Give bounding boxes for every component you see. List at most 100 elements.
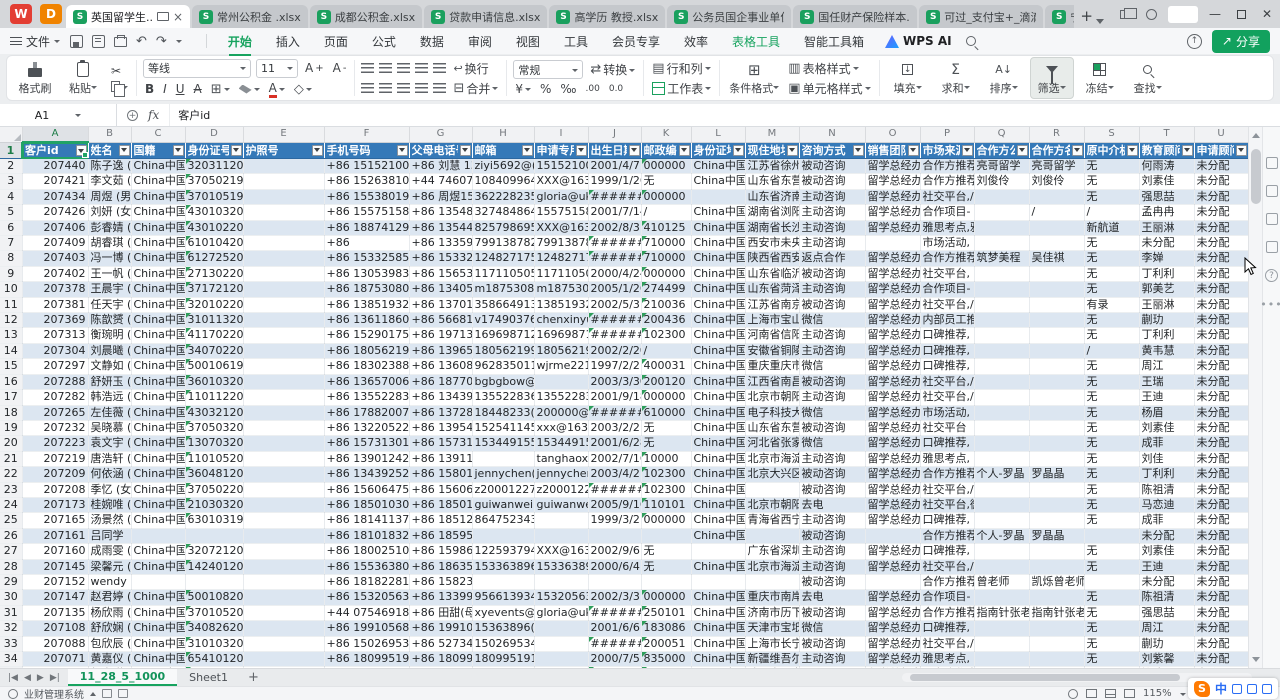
- cell-L6[interactable]: China中国: [691, 220, 745, 235]
- cut-button[interactable]: ✂: [109, 64, 130, 78]
- cell-G32[interactable]: +86 1991056886: [409, 621, 472, 636]
- cell-O27[interactable]: 留学总经办: [865, 544, 920, 559]
- cell-N8[interactable]: 返点合作: [799, 251, 865, 266]
- cell-D19[interactable]: 370503200302020020: [185, 420, 243, 435]
- zoom-dropdown-icon[interactable]: [1180, 693, 1186, 699]
- cell-S6[interactable]: 新航道: [1084, 220, 1139, 235]
- header-cell-H1[interactable]: 邮箱: [472, 142, 534, 159]
- cell-Q15[interactable]: [974, 359, 1029, 374]
- sheet-table[interactable]: ABCDEFGHIJKLMNOPQRSTU1客户id姓名国籍身份证号护照号手机号…: [0, 127, 1249, 668]
- cell-K25[interactable]: 000000: [641, 513, 691, 528]
- row-header-14[interactable]: 14: [0, 343, 22, 358]
- cell-P9[interactable]: 社交平台,: [920, 266, 974, 281]
- filter-dropdown-icon[interactable]: [853, 145, 864, 156]
- cell-C27[interactable]: China中国: [131, 544, 185, 559]
- app-tab[interactable]: S常州公积金 .xlsx: [192, 5, 308, 28]
- cell-R34[interactable]: [1029, 652, 1084, 667]
- worksheet-button[interactable]: 工作表: [650, 80, 713, 97]
- cell-K27[interactable]: 无: [641, 544, 691, 559]
- horizontal-scroll-thumb[interactable]: [910, 674, 1180, 681]
- cell-K9[interactable]: 000000: [641, 266, 691, 281]
- header-cell-L1[interactable]: 身份证地: [691, 142, 745, 159]
- cell-G18[interactable]: +86 1372884680: [409, 405, 472, 420]
- cell-K22[interactable]: 102300: [641, 467, 691, 482]
- align-center-icon[interactable]: [379, 83, 392, 93]
- cell-I31[interactable]: gloria@uk(: [534, 605, 588, 620]
- cell-U32[interactable]: 未分配: [1194, 621, 1248, 636]
- cell-J33[interactable]: #########: [588, 636, 641, 651]
- align-bottom-icon[interactable]: [397, 63, 410, 73]
- cell-S11[interactable]: 有录: [1084, 297, 1139, 312]
- row-header-34[interactable]: 34: [0, 652, 22, 667]
- cell-E14[interactable]: [243, 343, 324, 358]
- cell-L4[interactable]: [691, 189, 745, 204]
- cell-I25[interactable]: [534, 513, 588, 528]
- cell-D23[interactable]: 370502200012272047: [185, 482, 243, 497]
- menu-item[interactable]: 数据: [409, 30, 455, 53]
- menu-item[interactable]: 公式: [361, 30, 407, 53]
- filter-dropdown-icon[interactable]: [76, 145, 87, 156]
- cell-T18[interactable]: 杨眉: [1139, 405, 1194, 420]
- cell-U30[interactable]: 未分配: [1194, 590, 1248, 605]
- cell-S3[interactable]: 无: [1084, 174, 1139, 189]
- cell-E24[interactable]: [243, 497, 324, 512]
- cell-L27[interactable]: [691, 544, 745, 559]
- cell-U33[interactable]: 未分配: [1194, 636, 1248, 651]
- prev-sheet-icon[interactable]: ◀: [24, 673, 31, 683]
- column-header-F[interactable]: F: [324, 127, 409, 142]
- cell-O29[interactable]: [865, 574, 920, 589]
- cell-Q5[interactable]: [974, 205, 1029, 220]
- cell-R29[interactable]: 凯烁曾老师: [1029, 574, 1084, 589]
- cell-I21[interactable]: tanghaoxu(: [534, 451, 588, 466]
- cell-S27[interactable]: 无: [1084, 544, 1139, 559]
- increase-decimal-button[interactable]: .00: [584, 84, 602, 94]
- cell-Q9[interactable]: [974, 266, 1029, 281]
- column-header-B[interactable]: B: [88, 127, 131, 142]
- cell-B16[interactable]: 舒妍玉 (女: [88, 374, 131, 389]
- cell-M31[interactable]: 济南市历下: [745, 605, 799, 620]
- cell-E3[interactable]: [243, 174, 324, 189]
- column-header-Q[interactable]: Q: [974, 127, 1029, 142]
- cell-S21[interactable]: 无: [1084, 451, 1139, 466]
- cell-R12[interactable]: [1029, 313, 1084, 328]
- cell-N23[interactable]: 被动咨询: [799, 482, 865, 497]
- cell-G9[interactable]: +86 1565399710: [409, 266, 472, 281]
- cell-E30[interactable]: [243, 590, 324, 605]
- filter-dropdown-icon[interactable]: [962, 145, 973, 156]
- cell-P3[interactable]: 合作方推荐: [920, 174, 974, 189]
- cell-I32[interactable]: [534, 621, 588, 636]
- cell-Q25[interactable]: [974, 513, 1029, 528]
- cell-L34[interactable]: China中国: [691, 652, 745, 667]
- cell-R28[interactable]: [1029, 559, 1084, 574]
- cell-H26[interactable]: [472, 528, 534, 543]
- cell-C12[interactable]: China中国: [131, 313, 185, 328]
- cell-O13[interactable]: 留学总经办: [865, 328, 920, 343]
- cell-L23[interactable]: China中国: [691, 482, 745, 497]
- cell-F8[interactable]: +86 15332585: [324, 251, 409, 266]
- copy-button[interactable]: [109, 81, 130, 92]
- cell-U18[interactable]: 未分配: [1194, 405, 1248, 420]
- cell-M9[interactable]: 山东省临沂: [745, 266, 799, 281]
- cell-T11[interactable]: 王丽淋: [1139, 297, 1194, 312]
- header-cell-B1[interactable]: 姓名: [88, 142, 131, 159]
- cell-G8[interactable]: +86 1533258500: [409, 251, 472, 266]
- cell-A34[interactable]: 207071: [22, 652, 88, 667]
- cell-C23[interactable]: China中国: [131, 482, 185, 497]
- cell-M10[interactable]: 山东省菏泽: [745, 282, 799, 297]
- cell-G30[interactable]: +86 1339985047: [409, 590, 472, 605]
- cell-H10[interactable]: m1875308(: [472, 282, 534, 297]
- cell-K23[interactable]: 102300: [641, 482, 691, 497]
- cell-G24[interactable]: +86 1850103098: [409, 497, 472, 512]
- number-format-select[interactable]: 常规: [513, 60, 583, 79]
- cell-B24[interactable]: 桂婉唯 (女: [88, 497, 131, 512]
- cell-A21[interactable]: 207219: [22, 451, 88, 466]
- cell-K7[interactable]: 710000: [641, 236, 691, 251]
- cell-N16[interactable]: 被动咨询: [799, 374, 865, 389]
- cell-J8[interactable]: #########: [588, 251, 641, 266]
- cell-N11[interactable]: 被动咨询: [799, 297, 865, 312]
- cell-G23[interactable]: +86 1560647386: [409, 482, 472, 497]
- header-cell-K1[interactable]: 邮政编码: [641, 142, 691, 159]
- filter-dropdown-icon[interactable]: [787, 145, 798, 156]
- cell-H22[interactable]: jennychen(: [472, 467, 534, 482]
- cell-D30[interactable]: 500108200203035125: [185, 590, 243, 605]
